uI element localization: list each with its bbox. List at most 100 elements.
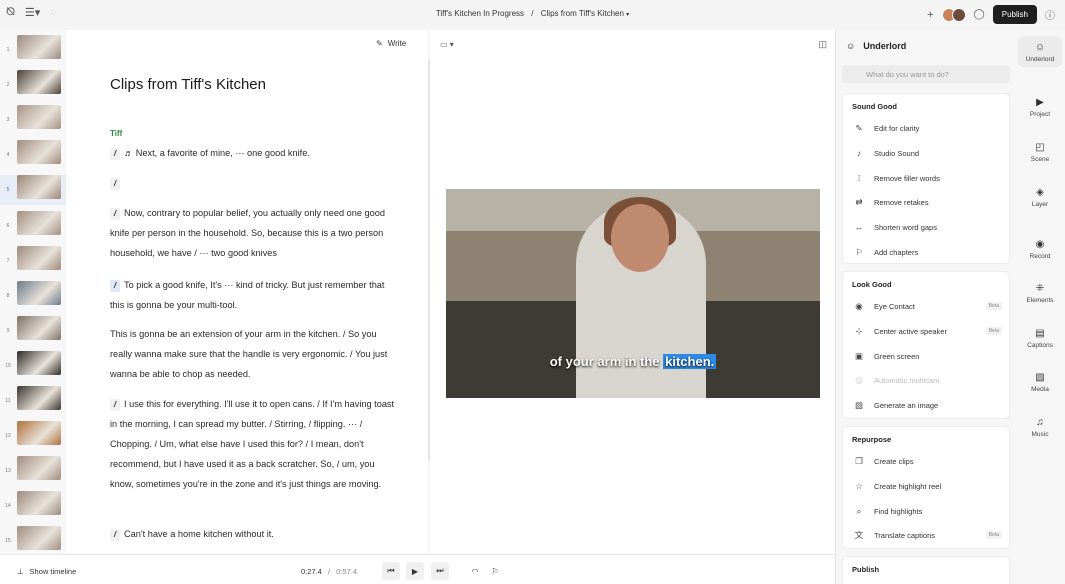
scene-thumbnail[interactable]: 2: [0, 70, 66, 100]
scene-thumbnail[interactable]: 4: [0, 140, 66, 170]
media-icon: ▧: [1035, 372, 1045, 383]
rail-tab-record[interactable]: ◉ Record: [1018, 239, 1062, 260]
rail-tab-media[interactable]: ▧ Media: [1018, 372, 1062, 393]
transcript-paragraph[interactable]: / To pick a good knife, It's ··· kind of …: [110, 275, 400, 315]
scene-separator[interactable]: /: [110, 529, 120, 541]
bookmark-button[interactable]: ⚐: [486, 562, 504, 580]
transcript-paragraph[interactable]: / I use this for everything. I'll use it …: [110, 394, 400, 494]
scene-separator[interactable]: /: [110, 148, 120, 160]
translate-captions-item[interactable]: 文 Translate captions Beta: [852, 527, 1002, 543]
scene-thumbnail[interactable]: 9: [0, 315, 66, 346]
edit-for-clarity-item[interactable]: ✎ Edit for clarity: [852, 120, 1002, 136]
status-check-icon[interactable]: ◌: [50, 7, 56, 18]
remove-filler-words-item[interactable]: ⁞ Remove filler words: [852, 170, 1002, 186]
section-title[interactable]: Publish: [852, 565, 879, 574]
add-collaborator-icon[interactable]: +: [927, 9, 933, 21]
find-highlights-item[interactable]: ⌕ Find highlights: [852, 503, 1002, 519]
rail-tab-elements[interactable]: ⁜ Elements: [1018, 283, 1062, 304]
scene-separator[interactable]: /: [110, 208, 120, 220]
rail-tab-scene[interactable]: ◰ Scene: [1018, 142, 1062, 163]
scene-thumbnail[interactable]: 15: [0, 526, 66, 556]
transcript-paragraph[interactable]: This is gonna be an extension of your ar…: [110, 324, 400, 384]
scene-thumbnail[interactable]: 5: [0, 175, 66, 206]
collaborator-avatars[interactable]: [941, 7, 966, 22]
scene-separator[interactable]: /: [110, 280, 120, 292]
filler-icon: ⁞: [857, 173, 861, 183]
scene-thumbnail[interactable]: 14: [0, 491, 66, 521]
app-logo-icon[interactable]: ⦰: [6, 6, 15, 19]
chevron-down-icon[interactable]: ▾: [626, 12, 629, 18]
rail-tab-project[interactable]: ▶ Project: [1018, 97, 1062, 118]
breadcrumb-composition[interactable]: Clips from Tiff's Kitchen: [541, 9, 624, 18]
playback-speed-button[interactable]: ◠: [466, 562, 484, 580]
top-bar-right: + ◯ Publish ⓘ: [927, 5, 1055, 24]
shorten-word-gaps-item[interactable]: ↔ Shorten word gaps: [852, 219, 1002, 235]
scene-thumbnail[interactable]: 12: [0, 421, 66, 451]
create-clips-item[interactable]: ❐ Create clips: [852, 453, 1002, 469]
studio-sound-item[interactable]: ♪ Studio Sound: [852, 145, 1002, 161]
video-head: [611, 204, 669, 272]
scene-thumbnail[interactable]: 11: [0, 386, 66, 416]
skip-back-button[interactable]: ⏮: [382, 562, 400, 580]
video-caption[interactable]: of your arm in the kitchen.: [446, 354, 820, 369]
caption-highlight-word: kitchen.: [663, 354, 717, 369]
scene-separator[interactable]: /: [110, 399, 120, 411]
breadcrumb-project[interactable]: Tiff's Kitchen In Progress: [436, 9, 524, 18]
skip-forward-button[interactable]: ⏭: [431, 562, 449, 580]
paragraph-text: Can't have a home kitchen without it.: [124, 529, 274, 539]
transcript-paragraph[interactable]: / Now, contrary to popular belief, you ac…: [110, 203, 400, 263]
rail-tab-underlord[interactable]: ☺ Underlord: [1018, 36, 1062, 67]
video-canvas[interactable]: of your arm in the kitchen.: [446, 189, 820, 398]
publish-button[interactable]: Publish: [992, 5, 1037, 24]
scene-separator[interactable]: /: [110, 178, 120, 190]
mic-icon: ♪: [856, 148, 862, 158]
scene-thumbnail[interactable]: 10: [0, 350, 66, 381]
playback-bar: ⊥ Show timeline 0:27.4 / 0:57.4 ⏮ ▶ ⏭ ◠ …: [0, 554, 835, 584]
scene-preview-image: [17, 105, 61, 130]
page-title[interactable]: Clips from Tiff's Kitchen: [110, 76, 266, 93]
scene-number: 14: [5, 503, 11, 510]
center-active-speaker-item[interactable]: ⊹ Center active speaker Beta: [852, 323, 1002, 339]
menu-icon[interactable]: ☰▾: [25, 6, 40, 19]
paragraph-text: To pick a good knife, It's ··· kind of t…: [110, 280, 385, 310]
remove-retakes-item[interactable]: ⇄ Remove retakes: [852, 194, 1002, 210]
add-chapters-item[interactable]: ⚐ Add chapters: [852, 244, 1002, 260]
write-mode-button[interactable]: ✎ Write: [376, 39, 406, 48]
rail-label: Underlord: [1025, 56, 1055, 63]
help-icon[interactable]: ⓘ: [1045, 7, 1055, 22]
scene-thumbnail[interactable]: 7: [0, 245, 66, 276]
aspect-ratio-icon[interactable]: ▭ ▾: [440, 40, 454, 49]
scene-preview-image: [17, 140, 61, 165]
speaker-label[interactable]: Tiff: [110, 129, 122, 138]
search-input[interactable]: What do you want to do?: [842, 65, 1010, 83]
rail-tab-captions[interactable]: ▤ Captions: [1018, 328, 1062, 349]
section-title: Look Good: [852, 280, 892, 289]
timecode: 0:27.4 / 0:57.4: [301, 567, 357, 576]
play-button[interactable]: ▶: [406, 562, 424, 580]
show-timeline-button[interactable]: ⊥ Show timeline: [17, 567, 76, 576]
scene-thumbnail[interactable]: 6: [0, 210, 66, 241]
scene-number: 15: [5, 538, 11, 545]
comment-icon[interactable]: ◯: [974, 9, 985, 20]
generate-image-item[interactable]: ▧ Generate an image: [852, 397, 1002, 413]
eye-contact-item[interactable]: ◉ Eye Contact Beta: [852, 298, 1002, 314]
panel-title: ☺ Underlord: [846, 41, 906, 51]
transcript-paragraph[interactable]: / ♬ Next, a favorite of mine, ··· one goo…: [110, 143, 400, 163]
scene-thumbnail[interactable]: 8: [0, 280, 66, 311]
layout-toggle-icon[interactable]: ◫: [818, 39, 827, 50]
rail-label: Captions: [1027, 342, 1053, 349]
scene-thumbnail[interactable]: 13: [0, 456, 66, 486]
scene-number: 5: [6, 187, 10, 194]
rail-tab-music[interactable]: ♫ Music: [1018, 417, 1062, 438]
item-label: Translate captions: [874, 530, 936, 540]
wand-icon: ✎: [855, 122, 863, 133]
record-icon: ◉: [1035, 239, 1045, 250]
transcript-paragraph[interactable]: / Can't have a home kitchen without it.: [110, 524, 400, 544]
green-screen-item[interactable]: ▣ Green screen: [852, 348, 1002, 364]
rail-label: Scene: [1030, 156, 1050, 163]
create-highlight-reel-item[interactable]: ☆ Create highlight reel: [852, 478, 1002, 494]
scene-thumbnail[interactable]: 3: [0, 105, 66, 135]
rail-tab-layer[interactable]: ◈ Layer: [1018, 187, 1062, 208]
transcript-paragraph[interactable]: /: [110, 173, 400, 193]
scene-thumbnail[interactable]: 1: [0, 35, 66, 65]
